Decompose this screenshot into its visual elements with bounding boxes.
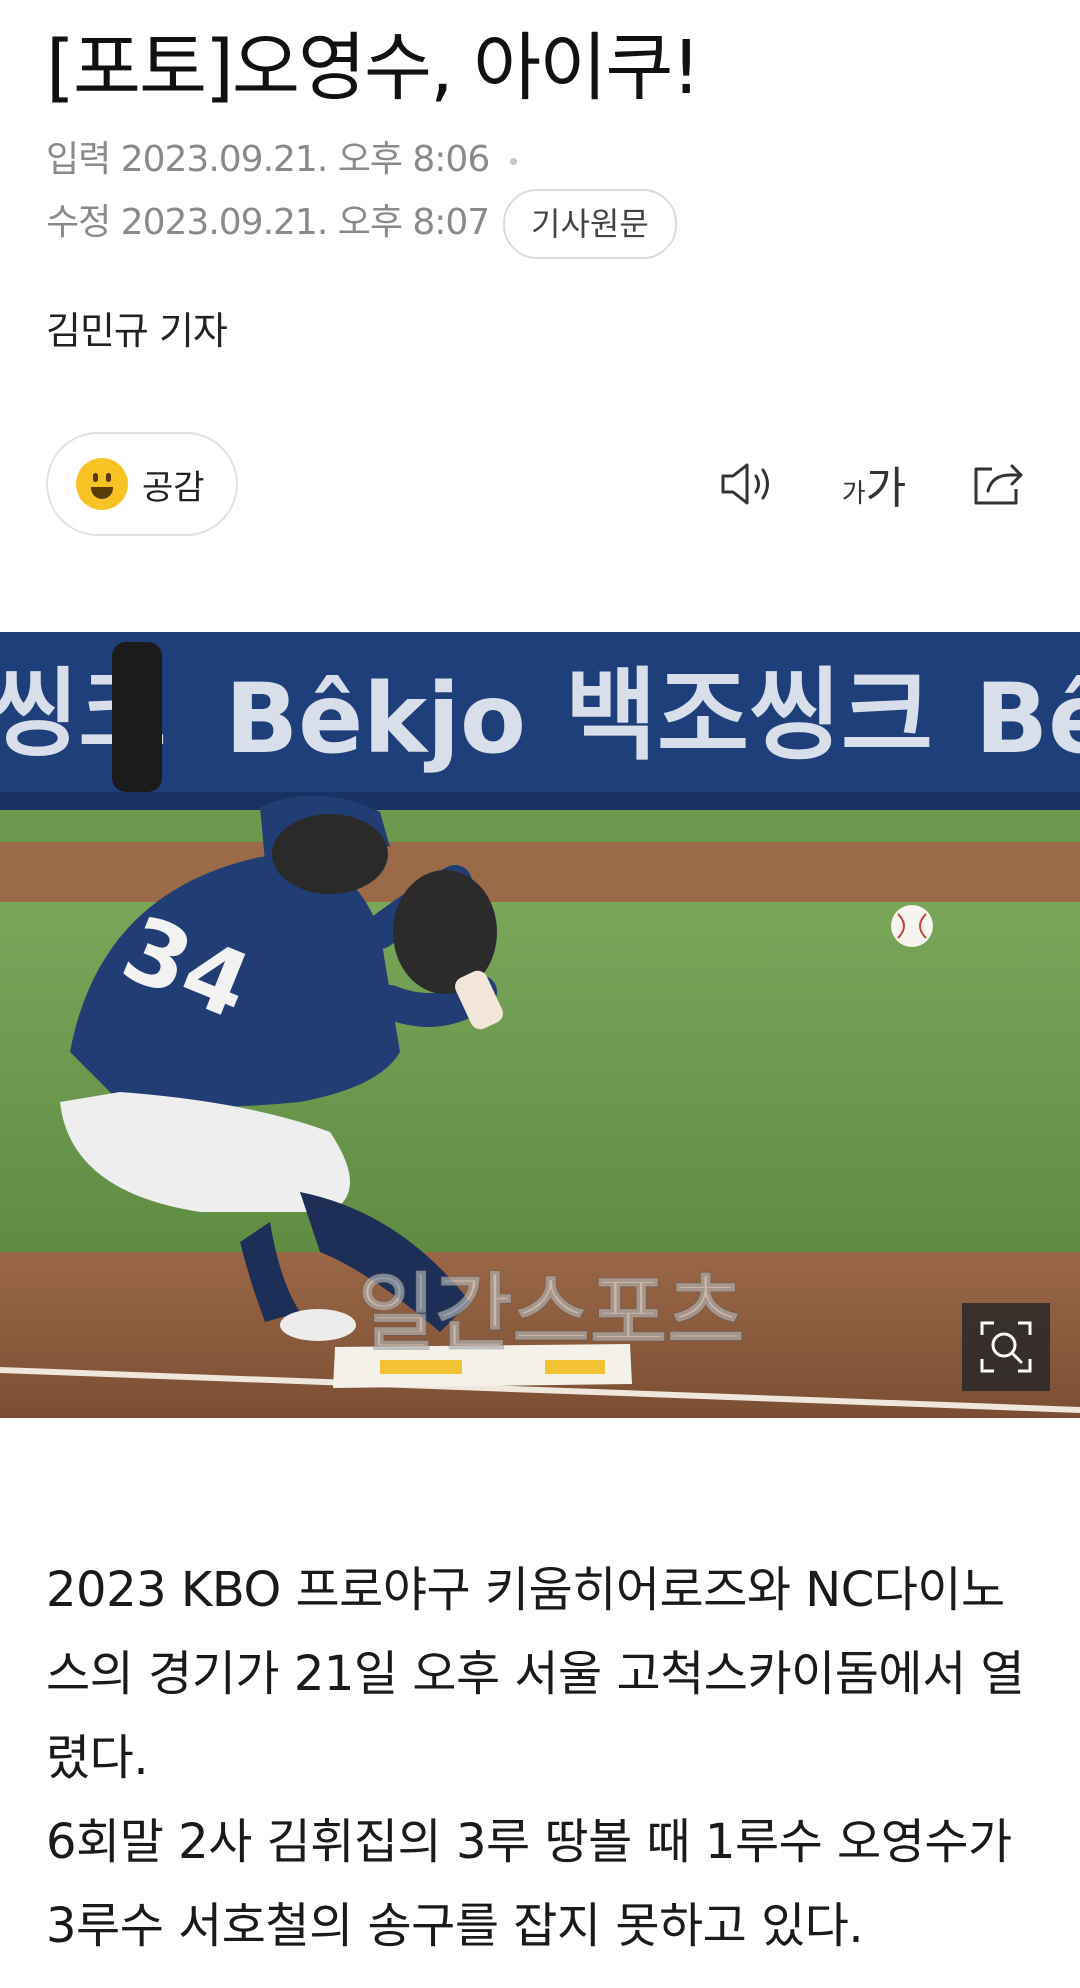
banner-bekjo: Bêkjo: [225, 663, 526, 775]
article-photo[interactable]: 씽크 Bêkjo 백조씽크 Bê: [0, 632, 1080, 1418]
input-date: 입력 2023.09.21. 오후 8:06: [46, 135, 517, 185]
magnify-icon[interactable]: [962, 1303, 1050, 1391]
input-time: 2023.09.21. 오후 8:06: [120, 139, 491, 180]
banner-baekjo: 백조씽크: [565, 657, 933, 774]
share-icon[interactable]: [966, 452, 1030, 516]
modify-time: 2023.09.21. 오후 8:07: [120, 202, 491, 243]
banner-text-right: Bê: [975, 663, 1080, 775]
body-paragraph-1: 2023 KBO 프로야구 키움히어로즈와 NC다이노스의 경기가 21일 오후…: [46, 1562, 1025, 1786]
input-label: 입력: [46, 139, 111, 180]
photo-watermark: 일간스포츠: [358, 1264, 744, 1362]
font-big-glyph: 가: [865, 463, 907, 514]
article-body: 2023 KBO 프로야구 키움히어로즈와 NC다이노스의 경기가 21일 오후…: [46, 1548, 1036, 1968]
empathy-label: 공감: [142, 467, 205, 508]
original-article-button[interactable]: 기사원문: [503, 189, 677, 259]
empathy-button[interactable]: 공감: [46, 432, 238, 536]
meta-separator-dot: [509, 157, 517, 165]
modify-date: 수정 2023.09.21. 오후 8:07: [46, 198, 491, 248]
font-size-button[interactable]: 가 가: [834, 452, 914, 516]
article-page: [포토]오영수, 아이쿠! 입력 2023.09.21. 오후 8:06 수정 …: [0, 0, 1080, 1988]
speaker-icon[interactable]: [714, 452, 784, 516]
body-paragraph-2: 6회말 2사 김휘집의 3루 땅볼 때 1루수 오영수가 3루수 서호철의 송구…: [46, 1814, 1012, 1954]
font-small-glyph: 가: [841, 478, 866, 509]
reporter-byline: 김민규 기자: [46, 309, 228, 353]
article-headline: [포토]오영수, 아이쿠!: [46, 25, 701, 111]
smile-emoji-icon: [76, 458, 128, 510]
modify-label: 수정: [46, 202, 111, 243]
